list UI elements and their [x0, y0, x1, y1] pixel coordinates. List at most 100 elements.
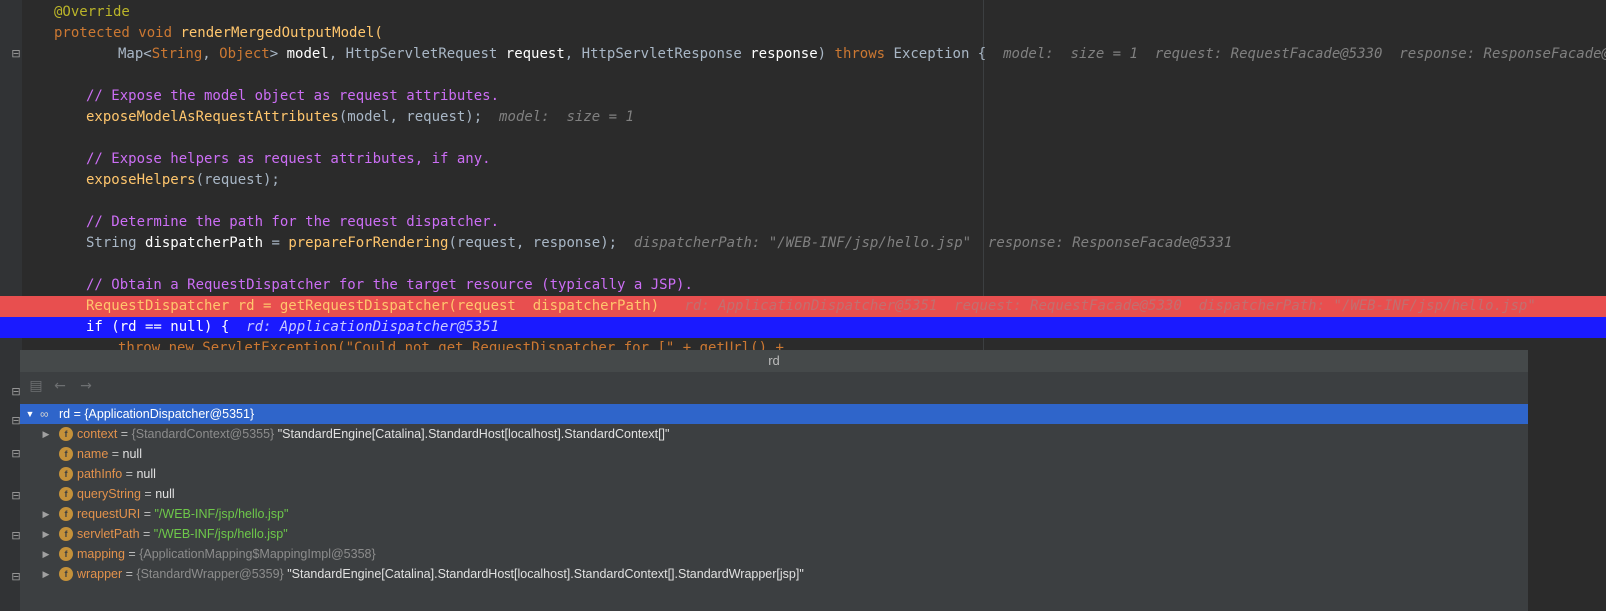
field-equals: = [139, 527, 154, 541]
field-type: {ApplicationMapping$MappingImpl@5358} [139, 547, 376, 561]
code-line: throw new ServletException("Could not ge… [0, 338, 1606, 350]
code-line: String dispatcherPath = prepareForRender… [0, 233, 1606, 254]
param-token: request [505, 46, 565, 62]
tree-row[interactable]: f queryString = null [20, 484, 1528, 504]
code-line: // Expose the model object as request at… [0, 86, 1606, 107]
field-equals: = [140, 507, 155, 521]
comment: // Determine the path for the request di… [86, 214, 500, 230]
field-equals: = [140, 487, 156, 501]
field-icon: f [59, 427, 73, 441]
field-name: pathInfo [77, 467, 123, 481]
code-token: ) [817, 46, 835, 62]
field-value: "StandardEngine[Catalina].StandardHost[l… [283, 567, 804, 581]
field-equals: = [124, 547, 140, 561]
field-name: servletPath [77, 527, 140, 541]
field-icon: f [59, 487, 73, 501]
param-token: model [286, 46, 329, 62]
field-type: {StandardContext@5355} [131, 427, 275, 441]
code-token: Exception { [885, 46, 987, 62]
popup-title[interactable]: rd [20, 350, 1528, 372]
code-token: if (rd == null) { [86, 319, 230, 335]
code-token: , HttpServletRequest [328, 46, 506, 62]
field-value: "/WEB-INF/jsp/hello.jsp" [154, 507, 289, 521]
tree-root-row[interactable]: ▼ ∞ rd = {ApplicationDispatcher@5351} [20, 404, 1528, 424]
code-token: RequestDispatcher rd = getRequestDispatc… [86, 298, 660, 314]
inline-debug-hint: rd: ApplicationDispatcher@5351 [246, 319, 500, 335]
expand-arrow-icon[interactable]: ▶ [40, 504, 52, 524]
method-name: renderMergedOutputModel( [180, 25, 383, 41]
watch-icon: ∞ [40, 407, 49, 421]
field-icon: f [59, 527, 73, 541]
inline-debug-hint: dispatcherPath: "/WEB-INF/jsp/hello.jsp"… [633, 235, 1233, 251]
keyword: protected void [54, 25, 173, 41]
field-type: {StandardWrapper@5359} [136, 567, 284, 581]
expand-arrow-icon[interactable]: ▶ [40, 544, 52, 564]
field-name: mapping [77, 547, 125, 561]
field-name: requestURI [77, 507, 141, 521]
keyword: throws [834, 46, 886, 62]
method-name: exposeHelpers [86, 172, 196, 188]
tree-row[interactable]: ▶ f context = {StandardContext@5355} "Stan… [20, 424, 1528, 444]
method-name: prepareForRendering [288, 235, 449, 251]
code-line: // Expose helpers as request attributes,… [0, 149, 1606, 170]
code-token: , HttpServletResponse [564, 46, 751, 62]
popup-toolbar: ▤ ← → [20, 372, 1528, 400]
tree-row[interactable]: ▶ f mapping = {ApplicationMapping$MappingI… [20, 544, 1528, 564]
inline-debug-hint: model: size = 1 request: RequestFacade@5… [1003, 46, 1606, 62]
code-token: (request, response); [448, 235, 618, 251]
field-value: null [122, 447, 142, 461]
code-token: throw new ServletException("Could not ge… [118, 340, 784, 350]
code-token: String [86, 235, 146, 251]
tree-row[interactable]: ▶ f requestURI = "/WEB-INF/jsp/hello.jsp" [20, 504, 1528, 524]
code-token: > [269, 46, 287, 62]
type-token: Object [219, 46, 270, 62]
annotation-text: @Override [54, 4, 130, 20]
field-value: "/WEB-INF/jsp/hello.jsp" [153, 527, 288, 541]
variable-value: = {ApplicationDispatcher@5351} [73, 407, 255, 421]
field-icon: f [59, 547, 73, 561]
breakpoint-line[interactable]: RequestDispatcher rd = getRequestDispatc… [0, 296, 1606, 317]
field-icon: f [59, 447, 73, 461]
field-name: context [77, 427, 118, 441]
expand-arrow-icon[interactable]: ▶ [40, 564, 52, 584]
field-icon: f [59, 507, 73, 521]
field-value: null [136, 467, 156, 481]
field-name: queryString [77, 487, 141, 501]
variable-name: rd [59, 407, 71, 421]
field-value: null [155, 487, 175, 501]
execution-line[interactable]: if (rd == null) { rd: ApplicationDispatc… [0, 317, 1606, 338]
field-value: "StandardEngine[Catalina].StandardHost[l… [274, 427, 670, 441]
method-name: exposeModelAsRequestAttributes [86, 109, 339, 125]
variable-token: dispatcherPath [145, 235, 264, 251]
code-token: = [263, 235, 289, 251]
code-token: (request); [195, 172, 280, 188]
field-icon: f [59, 567, 73, 581]
inline-debug-hint: model: size = 1 [499, 109, 634, 125]
tree-row[interactable]: f pathInfo = null [20, 464, 1528, 484]
type-token: String [151, 46, 203, 62]
field-equals: = [122, 467, 137, 481]
code-token: , [202, 46, 220, 62]
back-arrow-icon[interactable]: ← [52, 378, 68, 394]
code-line: // Obtain a RequestDispatcher for the ta… [0, 275, 1606, 296]
param-token: response [750, 46, 818, 62]
folder-icon[interactable]: ▤ [28, 378, 44, 394]
expand-arrow-icon[interactable]: ▶ [40, 424, 52, 444]
expand-arrow-icon[interactable]: ▼ [24, 404, 36, 424]
tree-row[interactable]: f name = null [20, 444, 1528, 464]
code-line: // Determine the path for the request di… [0, 212, 1606, 233]
comment: // Expose helpers as request attributes,… [86, 151, 491, 167]
variables-tree[interactable]: ▼ ∞ rd = {ApplicationDispatcher@5351} ▶ f con… [20, 404, 1528, 584]
forward-arrow-icon[interactable]: → [78, 378, 94, 394]
debug-inspect-popup[interactable]: rd ▤ ← → ▼ ∞ rd = {ApplicationDispatcher@5… [20, 350, 1528, 611]
comment: // Obtain a RequestDispatcher for the ta… [86, 277, 693, 293]
expand-arrow-icon[interactable]: ▶ [40, 524, 52, 544]
field-icon: f [59, 467, 73, 481]
field-equals: = [117, 427, 132, 441]
field-name: name [77, 447, 109, 461]
code-line: @Override [0, 2, 1606, 23]
code-line: exposeHelpers(request); [0, 170, 1606, 191]
tree-row[interactable]: ▶ f wrapper = {StandardWrapper@5359} "Stan… [20, 564, 1528, 584]
tree-row[interactable]: ▶ f servletPath = "/WEB-INF/jsp/hello.jsp" [20, 524, 1528, 544]
code-line: exposeModelAsRequestAttributes(model, re… [0, 107, 1606, 128]
